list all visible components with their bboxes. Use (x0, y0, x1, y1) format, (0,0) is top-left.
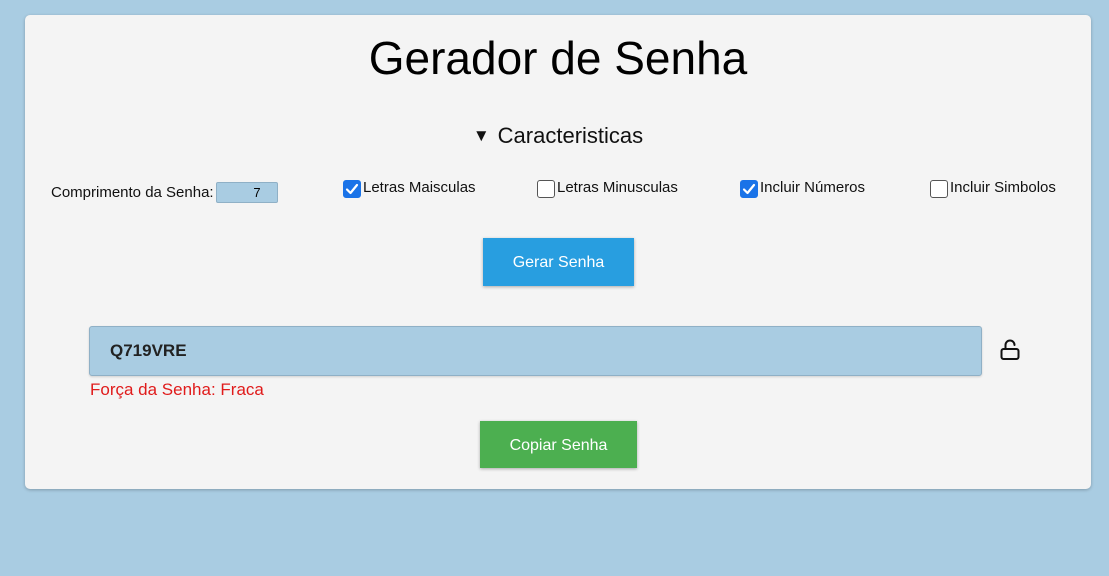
numbers-option[interactable]: Incluir Números (740, 178, 866, 198)
lowercase-checkbox[interactable] (537, 180, 555, 198)
checkmark-icon (345, 183, 359, 195)
lowercase-label: Letras Minusculas (557, 178, 678, 196)
length-input[interactable]: 7 (215, 182, 278, 203)
password-strength: Força da Senha: Fraca (90, 380, 264, 399)
unlock-icon[interactable] (998, 338, 1022, 362)
symbols-label: Incluir Simbolos (950, 178, 1056, 196)
uppercase-option[interactable]: Letras Maisculas (343, 178, 476, 198)
options-row: Comprimento da Senha: 7 Letras Maisculas… (25, 178, 1091, 204)
generate-password-button[interactable]: Gerar Senha (483, 238, 634, 286)
generator-card: Gerador de Senha ▼ Caracteristicas Compri… (25, 15, 1091, 489)
uppercase-checkbox[interactable] (343, 180, 361, 198)
length-label: Comprimento da Senha: (51, 184, 214, 201)
characteristics-toggle[interactable]: ▼ Caracteristicas (25, 123, 1091, 149)
length-option: Comprimento da Senha: 7 (51, 182, 278, 203)
lowercase-option[interactable]: Letras Minusculas (537, 178, 678, 198)
symbols-option[interactable]: Incluir Simbolos (930, 178, 1056, 198)
password-output[interactable]: Q719VRE (89, 326, 982, 376)
symbols-checkbox[interactable] (930, 180, 948, 198)
uppercase-label: Letras Maisculas (363, 178, 476, 196)
checkmark-icon (742, 183, 756, 195)
numbers-label: Incluir Números (760, 178, 866, 196)
numbers-checkbox[interactable] (740, 180, 758, 198)
characteristics-label: Caracteristicas (497, 123, 644, 148)
triangle-down-icon: ▼ (472, 126, 490, 145)
page-title: Gerador de Senha (368, 32, 748, 84)
copy-password-button[interactable]: Copiar Senha (480, 421, 637, 468)
